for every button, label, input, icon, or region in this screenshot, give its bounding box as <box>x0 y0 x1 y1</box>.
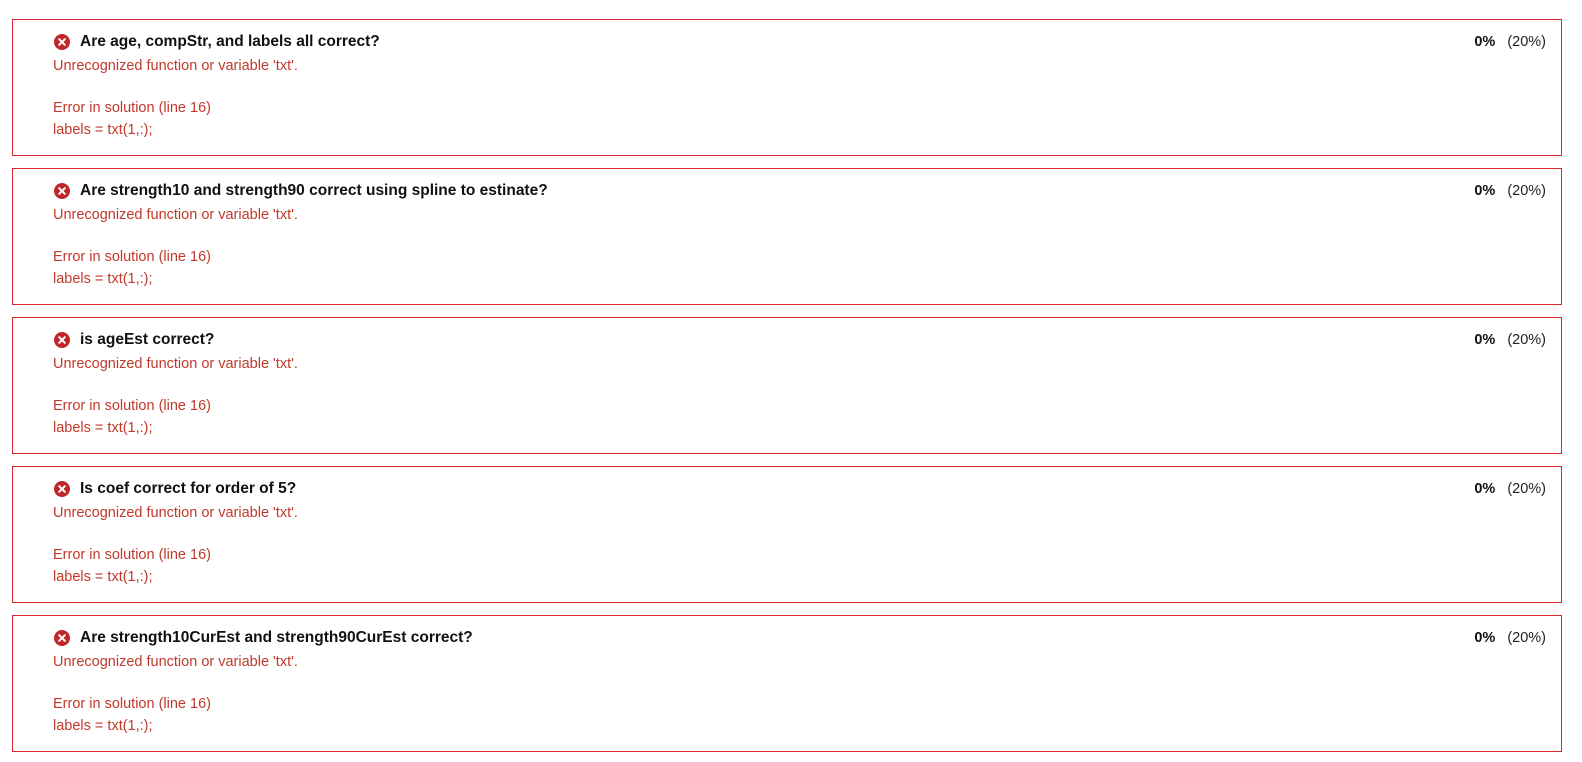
score-weight: (20%) <box>1507 183 1546 199</box>
score-percent: 0% <box>1474 34 1496 50</box>
error-message: Unrecognized function or variable 'txt'. <box>53 207 298 223</box>
test-title: Are strength10 and strength90 correct us… <box>80 182 548 199</box>
assessment-results-page: Are age, compStr, and labels all correct… <box>0 0 1582 762</box>
test-title: Are strength10CurEst and strength90CurEs… <box>80 629 473 646</box>
score-percent: 0% <box>1474 481 1496 497</box>
x-circle-icon <box>54 481 70 497</box>
test-score: 0% (20%) <box>1474 330 1546 350</box>
error-location: Error in solution (line 16) <box>53 547 211 563</box>
test-result-card[interactable]: Are strength10 and strength90 correct us… <box>12 168 1562 305</box>
test-result-card[interactable]: is ageEst correct? 0% (20%) Unrecognized … <box>12 317 1562 454</box>
error-message: Unrecognized function or variable 'txt'. <box>53 356 298 372</box>
score-weight: (20%) <box>1507 332 1546 348</box>
test-result-card[interactable]: Is coef correct for order of 5? 0% (20%) … <box>12 466 1562 603</box>
test-title: is ageEst correct? <box>80 331 215 348</box>
score-weight: (20%) <box>1507 481 1546 497</box>
error-code-line: labels = txt(1,:); <box>53 122 153 138</box>
error-location: Error in solution (line 16) <box>53 249 211 265</box>
error-code-line: labels = txt(1,:); <box>53 420 153 436</box>
test-score: 0% (20%) <box>1474 479 1546 499</box>
test-title: Is coef correct for order of 5? <box>80 480 297 497</box>
score-percent: 0% <box>1474 183 1496 199</box>
error-code-line: labels = txt(1,:); <box>53 718 153 734</box>
score-percent: 0% <box>1474 630 1496 646</box>
test-results-list: Are age, compStr, and labels all correct… <box>12 19 1562 762</box>
test-score: 0% (20%) <box>1474 32 1546 52</box>
x-circle-icon <box>54 183 70 199</box>
test-result-card[interactable]: Are age, compStr, and labels all correct… <box>12 19 1562 156</box>
score-weight: (20%) <box>1507 34 1546 50</box>
error-message: Unrecognized function or variable 'txt'. <box>53 654 298 670</box>
error-location: Error in solution (line 16) <box>53 100 211 116</box>
x-circle-icon <box>54 332 70 348</box>
x-circle-icon <box>54 630 70 646</box>
test-result-card[interactable]: Are strength10CurEst and strength90CurEs… <box>12 615 1562 752</box>
error-message: Unrecognized function or variable 'txt'. <box>53 58 298 74</box>
test-title: Are age, compStr, and labels all correct… <box>80 33 380 50</box>
error-code-line: labels = txt(1,:); <box>53 271 153 287</box>
score-percent: 0% <box>1474 332 1496 348</box>
error-location: Error in solution (line 16) <box>53 398 211 414</box>
error-location: Error in solution (line 16) <box>53 696 211 712</box>
error-message: Unrecognized function or variable 'txt'. <box>53 505 298 521</box>
test-score: 0% (20%) <box>1474 181 1546 201</box>
x-circle-icon <box>54 34 70 50</box>
error-code-line: labels = txt(1,:); <box>53 569 153 585</box>
score-weight: (20%) <box>1507 630 1546 646</box>
test-score: 0% (20%) <box>1474 628 1546 648</box>
